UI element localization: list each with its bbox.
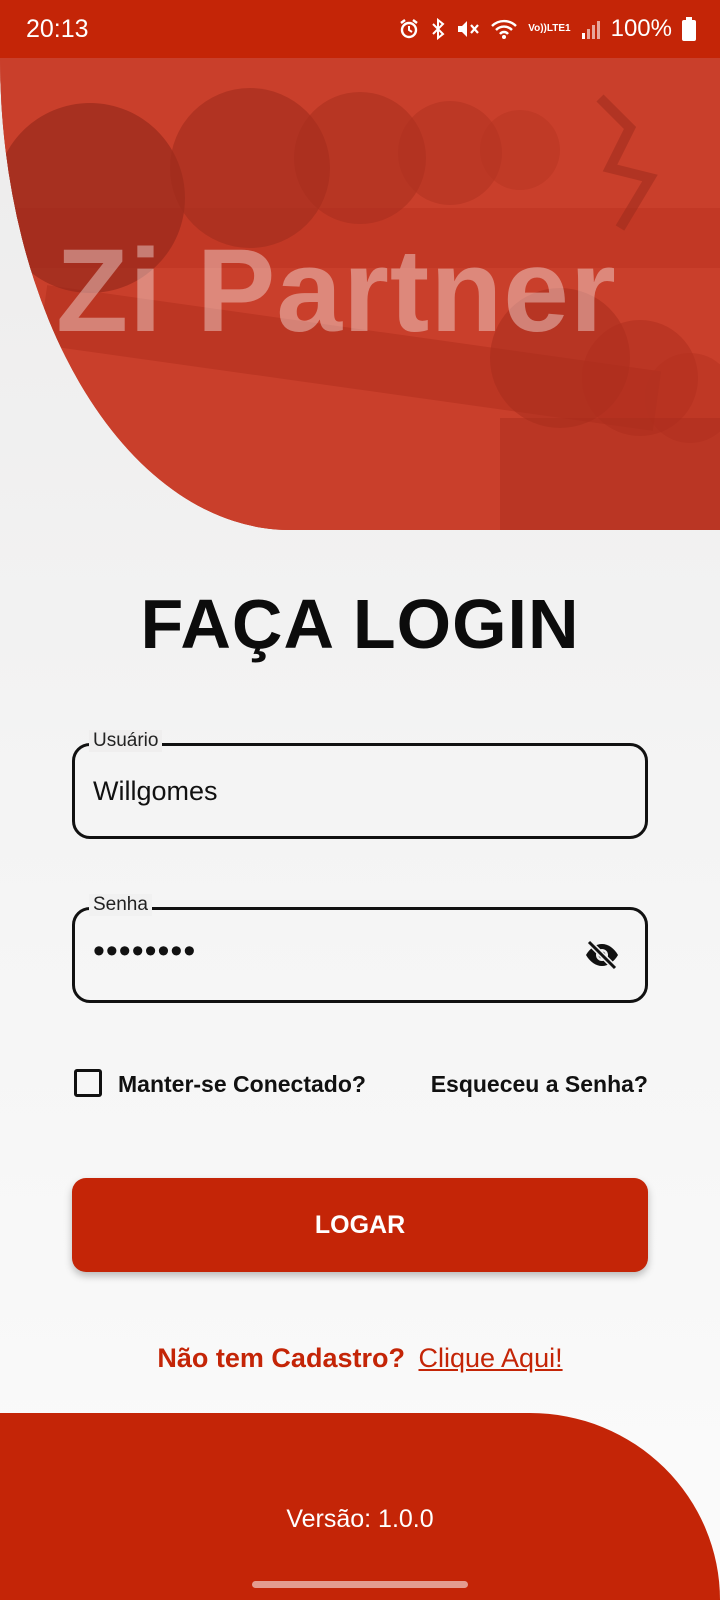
status-icons: Vo)) LTE1 100% (398, 15, 696, 43)
footer: Versão: 1.0.0 (0, 1413, 720, 1600)
password-label: Senha (89, 894, 152, 916)
signup-row: Não tem Cadastro? Clique Aqui! (0, 1343, 720, 1374)
options-row: Manter-se Conectado? Esqueceu a Senha? (72, 1066, 648, 1102)
status-bar: 20:13 Vo)) LTE1 100% (0, 0, 720, 58)
password-field[interactable]: Senha •••••••• (72, 894, 648, 1003)
version-text: Versão: 1.0.0 (286, 1505, 434, 1533)
login-button[interactable]: LOGAR (72, 1178, 648, 1272)
username-field[interactable]: Usuário Willgomes (72, 730, 648, 839)
signal-icon (581, 18, 601, 40)
volte-icon: Vo)) LTE1 (528, 23, 571, 34)
username-input[interactable]: Willgomes (93, 776, 218, 807)
remember-checkbox[interactable] (74, 1069, 102, 1097)
battery-icon (682, 17, 696, 41)
status-time: 20:13 (26, 14, 89, 43)
username-label: Usuário (89, 730, 163, 752)
brand-title: Zi Partner (56, 225, 617, 357)
mute-icon (456, 18, 480, 40)
battery-text: 100% (610, 15, 672, 42)
forgot-password-link[interactable]: Esqueceu a Senha? (431, 1071, 648, 1098)
signup-link[interactable]: Clique Aqui! (418, 1343, 562, 1373)
alarm-icon (398, 18, 420, 40)
page-title: FAÇA LOGIN (140, 585, 580, 663)
password-input[interactable]: •••••••• (93, 932, 196, 971)
bluetooth-icon (430, 18, 446, 40)
signup-text: Não tem Cadastro? (157, 1343, 405, 1373)
hero-banner: Zi Partner (0, 58, 720, 530)
wifi-icon (490, 18, 518, 40)
visibility-off-icon[interactable] (583, 939, 621, 971)
home-indicator[interactable] (252, 1581, 468, 1588)
remember-label[interactable]: Manter-se Conectado? (118, 1071, 366, 1098)
